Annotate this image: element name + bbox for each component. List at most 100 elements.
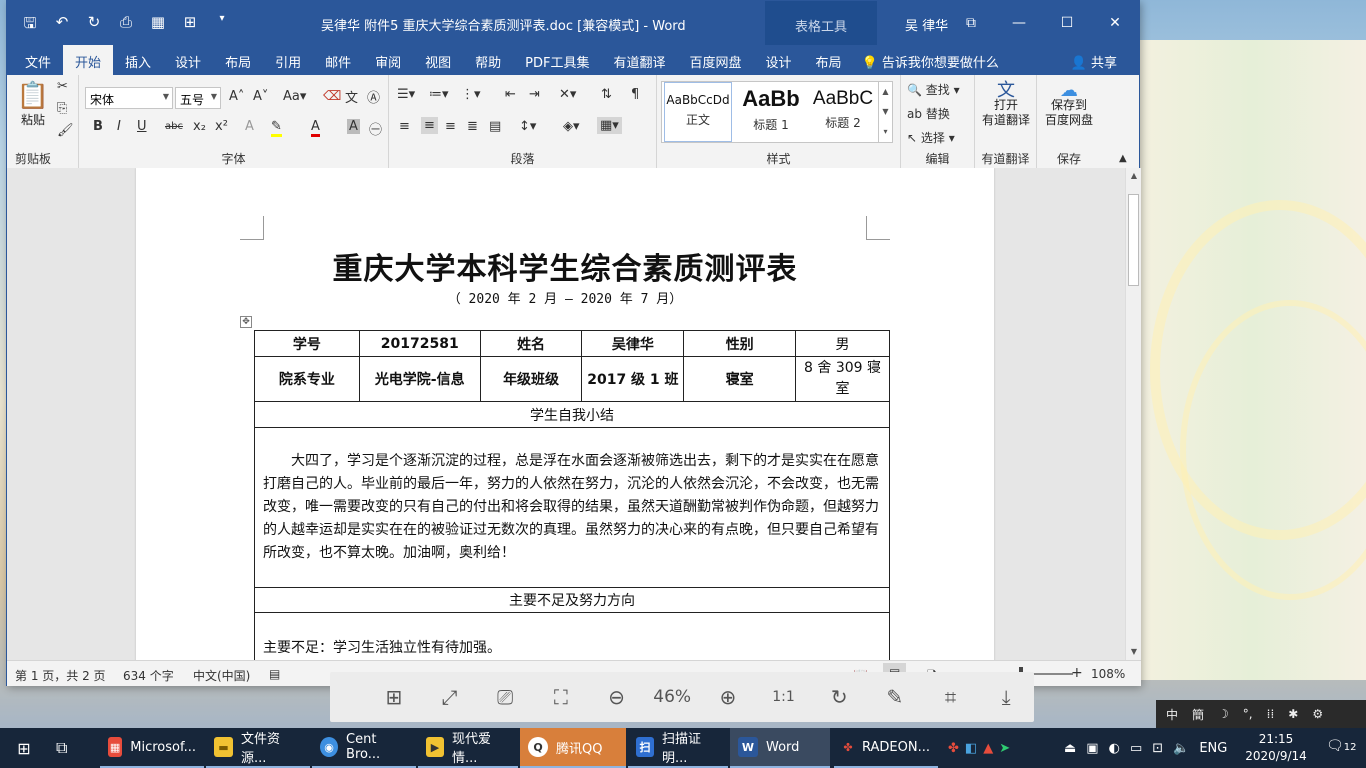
tab-insert[interactable]: 插入 <box>113 45 163 75</box>
table-cell[interactable]: 院系专业 <box>254 356 360 402</box>
grid-icon[interactable]: ⊞ <box>181 13 199 38</box>
subscript-icon[interactable]: x₂ <box>193 119 206 134</box>
tab-review[interactable]: 审阅 <box>363 45 413 75</box>
download-icon[interactable]: ⤓ <box>978 685 1034 709</box>
increase-indent-icon[interactable]: ⇥ <box>529 87 540 102</box>
font-size-combo[interactable]: 五号 ▼ <box>175 87 221 109</box>
italic-icon[interactable]: I <box>117 119 121 134</box>
table-cell[interactable]: 寝室 <box>683 356 797 402</box>
bold-icon[interactable]: B <box>93 119 103 134</box>
tab-design[interactable]: 设计 <box>163 45 213 75</box>
ime-punct-icon[interactable]: °, <box>1243 707 1253 721</box>
copy-icon[interactable]: ⎘ <box>57 101 67 116</box>
thumbnails-icon[interactable]: ⊞ <box>366 685 422 709</box>
cut-icon[interactable]: ✂ <box>57 79 68 94</box>
taskbar-app[interactable]: Q 腾讯QQ <box>520 728 626 768</box>
grow-font-icon[interactable]: A˄ <box>229 89 244 104</box>
save-icon[interactable]: 🖫 <box>21 13 39 38</box>
input-language[interactable]: ENG <box>1199 741 1227 756</box>
zoom-out-icon[interactable]: ⊖ <box>589 685 645 709</box>
open-youdao-button[interactable]: 文 打开 有道翻译 <box>977 82 1035 128</box>
tab-layout[interactable]: 布局 <box>213 45 263 75</box>
close-icon[interactable]: ✕ <box>1091 1 1139 45</box>
section-heading[interactable]: 学生自我小结 <box>254 401 890 428</box>
tray-app-icon[interactable]: ◐ <box>1109 741 1120 756</box>
style-heading2[interactable]: AaBbC 标题 2 <box>808 82 878 142</box>
tab-home[interactable]: 开始 <box>63 45 114 75</box>
app-icon[interactable]: ◧ <box>965 741 977 756</box>
ime-mode[interactable]: 中 <box>1166 706 1178 723</box>
taskbar-app[interactable]: ▬ 文件资源... <box>206 728 310 768</box>
app-icon[interactable]: ▲ <box>983 741 993 756</box>
actual-size-icon[interactable]: 1:1 <box>756 689 812 705</box>
change-case-icon[interactable]: Aa▾ <box>283 89 306 104</box>
shortcoming-text[interactable]: 主要不足：学习生活独立性有待加强。 <box>254 612 890 660</box>
show-marks-icon[interactable]: ¶ <box>631 87 639 102</box>
usb-icon[interactable]: ⏏ <box>1064 741 1076 756</box>
table-cell[interactable]: 8 舍 309 寝室 <box>795 356 890 402</box>
tab-baidu[interactable]: 百度网盘 <box>678 45 754 75</box>
app-icon[interactable]: ➤ <box>999 741 1010 756</box>
table-cell[interactable]: 性别 <box>683 330 797 357</box>
align-left-icon[interactable]: ≡ <box>399 119 410 134</box>
font-name-combo[interactable]: 宋体 ▼ <box>85 87 173 109</box>
screenshot-icon[interactable]: ⎚ <box>477 685 533 709</box>
paste-button[interactable]: 📋 粘贴 <box>15 81 51 128</box>
strikethrough-icon[interactable]: abc <box>165 121 183 132</box>
tab-pdf-tools[interactable]: PDF工具集 <box>513 45 601 75</box>
justify-icon[interactable]: ≣ <box>467 119 478 134</box>
decrease-indent-icon[interactable]: ⇤ <box>505 87 516 102</box>
table-cell[interactable]: 学号 <box>254 330 360 357</box>
style-heading1[interactable]: AaBb 标题 1 <box>736 82 806 142</box>
table-cell[interactable]: 20172581 <box>358 330 481 357</box>
select-button[interactable]: ↖ 选择 ▾ <box>907 129 955 146</box>
clear-format-icon[interactable]: ⌫ <box>323 89 341 104</box>
tab-mailings[interactable]: 邮件 <box>313 45 363 75</box>
fullscreen-icon[interactable]: ⛶ <box>533 685 589 709</box>
page-count[interactable]: 第 1 页，共 2 页 <box>15 667 106 684</box>
start-button[interactable]: ⊞ <box>0 728 48 768</box>
share-button[interactable]: 👤 共享 <box>1071 52 1117 71</box>
tell-me-box[interactable]: 💡 告诉我你想要做什么 <box>854 45 1007 75</box>
ribbon-display-icon[interactable]: ⧉ <box>947 1 995 45</box>
notification-icon[interactable]: 🗨12 <box>1326 738 1357 754</box>
shading-icon[interactable]: ◈▾ <box>563 119 580 134</box>
align-right-icon[interactable]: ≡ <box>445 119 456 134</box>
shrink-font-icon[interactable]: A˅ <box>253 89 268 104</box>
volume-icon[interactable]: 🔈 <box>1173 741 1189 756</box>
print-preview-icon[interactable]: ⎙ <box>117 13 135 38</box>
tab-table-layout[interactable]: 布局 <box>804 45 854 75</box>
edit-icon[interactable]: ✎ <box>867 685 923 709</box>
bullets-icon[interactable]: ☰▾ <box>397 87 415 102</box>
table-cell[interactable]: 年级班级 <box>479 356 583 402</box>
ime-moon-icon[interactable]: ☽ <box>1218 707 1229 721</box>
zoom-level[interactable]: 108% <box>1091 667 1125 681</box>
maximize-icon[interactable]: ☐ <box>1043 1 1091 45</box>
crop-icon[interactable]: ⌗ <box>923 685 979 709</box>
customize-icon[interactable]: ▾ <box>213 13 231 38</box>
tab-references[interactable]: 引用 <box>263 45 313 75</box>
table-cell[interactable]: 男 <box>795 330 890 357</box>
taskbar-app[interactable]: ✤ RADEON... <box>834 728 938 768</box>
replace-button[interactable]: ab 替换 <box>907 105 950 122</box>
fit-icon[interactable]: ⤢ <box>422 685 478 709</box>
scroll-thumb[interactable] <box>1128 194 1139 286</box>
tray-app-icon[interactable]: ▣ <box>1086 741 1098 756</box>
taskbar-app[interactable]: ▶ 现代爱情... <box>418 728 518 768</box>
scroll-up-icon[interactable]: ▲ <box>1126 168 1142 184</box>
taskbar-pinned[interactable]: ✤ ◧ ▲ ➤ <box>940 728 1036 768</box>
table-move-handle[interactable]: ✥ <box>240 316 252 328</box>
find-button[interactable]: 🔍 查找 ▾ <box>907 81 960 98</box>
table-cell[interactable]: 光电学院-信息 <box>358 356 481 402</box>
radeon-tray-icon[interactable]: ✤ <box>948 741 959 756</box>
enclose-char-icon[interactable]: ㊀ <box>369 119 382 138</box>
word-count[interactable]: 634 个字 <box>123 667 174 684</box>
undo-icon[interactable]: ↶ <box>53 13 71 38</box>
scroll-down-icon[interactable]: ▼ <box>1126 644 1142 660</box>
taskbar-app[interactable]: ▦ Microsof... <box>100 728 204 768</box>
tab-view[interactable]: 视图 <box>413 45 463 75</box>
save-to-baidu-button[interactable]: ☁ 保存到 百度网盘 <box>1039 82 1099 128</box>
language-indicator[interactable]: 中文(中国) <box>193 667 250 684</box>
style-normal[interactable]: AaBbCcDd 正文 <box>664 82 732 142</box>
char-shading-icon[interactable]: A <box>347 119 360 134</box>
